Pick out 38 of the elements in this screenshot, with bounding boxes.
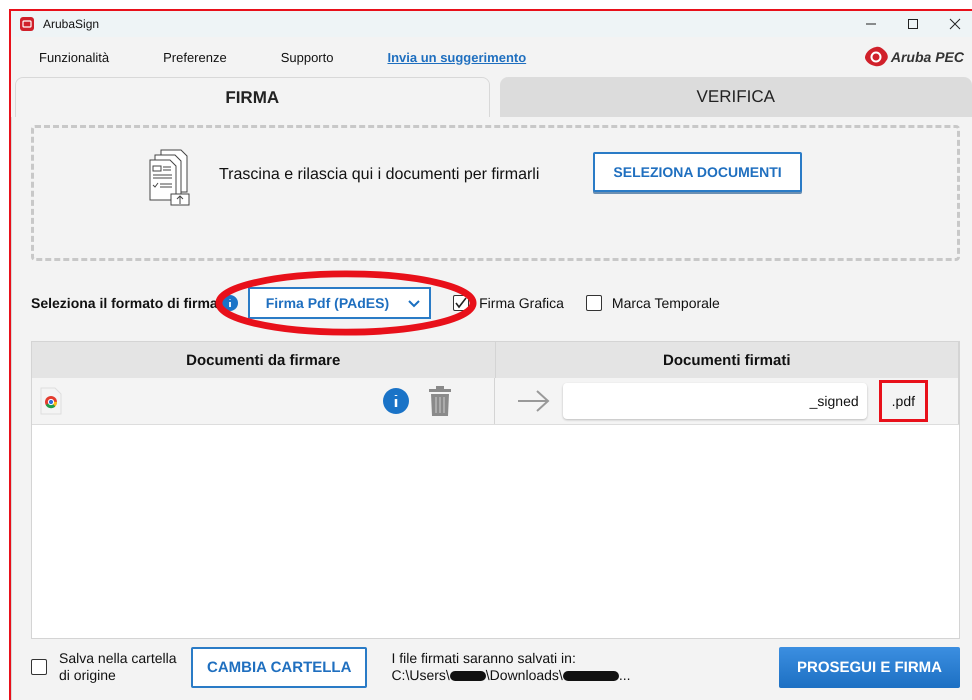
- path-text: C:\Users\: [391, 667, 450, 684]
- file-name-field[interactable]: _signed: [562, 383, 867, 419]
- checkbox-label: Marca Temporale: [612, 295, 720, 311]
- checkbox[interactable]: [31, 659, 47, 675]
- arrow-icon: [516, 389, 550, 413]
- redaction-mark: [450, 670, 486, 680]
- select-documents-button[interactable]: SELEZIONA DOCUMENTI: [593, 152, 802, 192]
- path-text: \Downloads\: [486, 667, 563, 684]
- menu-item[interactable]: Preferenze: [163, 50, 227, 64]
- drop-zone[interactable]: Trascina e rilascia qui i documenti per firmarli SELEZIONA DOCUMENTI: [31, 125, 960, 261]
- logo-text: Aruba PEC: [890, 49, 964, 65]
- suggestion-link[interactable]: Invia un suggerimento: [387, 50, 526, 64]
- checkbox-label: Salva nella cartella di origine: [59, 650, 178, 684]
- sign-button[interactable]: PROSEGUI E FIRMA: [778, 646, 960, 688]
- checkbox-label: Firma Grafica: [479, 295, 564, 311]
- info-icon[interactable]: [382, 387, 410, 415]
- checkbox[interactable]: [586, 295, 602, 311]
- redaction-mark: [562, 670, 619, 680]
- suffix-text: _signed: [810, 393, 859, 409]
- file-icon: [40, 387, 62, 415]
- menu-item[interactable]: Funzionalità: [39, 50, 110, 64]
- window-title: ArubaSign: [43, 17, 100, 31]
- path-text: ...: [618, 667, 630, 684]
- app-icon: [19, 16, 35, 32]
- change-folder-button[interactable]: CAMBIA CARTELLA: [191, 646, 368, 688]
- tab[interactable]: FIRMA: [15, 77, 490, 117]
- format-dropdown[interactable]: Firma Pdf (PAdES): [248, 287, 432, 319]
- maximize-icon[interactable]: [906, 17, 920, 31]
- menu-item[interactable]: Supporto: [280, 50, 334, 64]
- extension-text: .pdf: [878, 380, 928, 422]
- trash-icon[interactable]: [428, 385, 452, 417]
- drop-instruction: Trascina e rilascia qui i documenti per firmarli: [219, 166, 540, 184]
- close-icon[interactable]: [948, 17, 962, 31]
- chevron-icon: [407, 298, 422, 308]
- path-label: I file firmati saranno salvati in:: [391, 650, 577, 667]
- info-icon[interactable]: [222, 295, 238, 311]
- tab[interactable]: VERIFICA: [500, 77, 972, 117]
- logo-icon: [862, 46, 889, 68]
